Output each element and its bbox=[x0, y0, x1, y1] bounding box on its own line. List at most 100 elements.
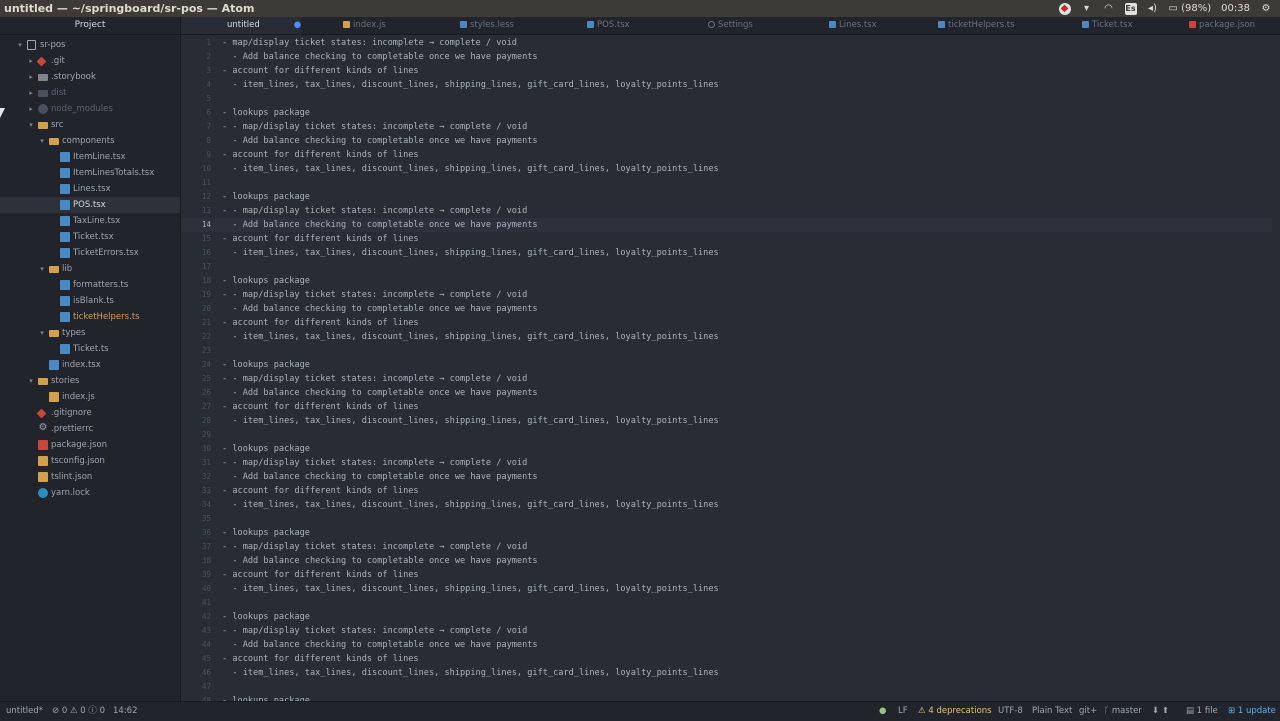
code-line[interactable]: - lookups package bbox=[222, 358, 310, 372]
modified-dot-icon[interactable]: ● bbox=[294, 20, 301, 30]
code-line[interactable]: - - map/display ticket states: incomplet… bbox=[222, 288, 527, 302]
line-number[interactable]: 34 bbox=[181, 498, 211, 512]
code-line[interactable]: - account for different kinds of lines bbox=[222, 568, 419, 582]
line-number[interactable]: 1 bbox=[181, 36, 211, 50]
line-number[interactable]: 8 bbox=[181, 134, 211, 148]
tree-item[interactable]: ▸node_modules bbox=[0, 101, 180, 117]
code-line[interactable]: - item_lines, tax_lines, discount_lines,… bbox=[222, 78, 719, 92]
line-number[interactable]: 24 bbox=[181, 358, 211, 372]
code-line[interactable]: - lookups package bbox=[222, 610, 310, 624]
tree-item[interactable]: ▾sr-pos bbox=[0, 37, 180, 53]
tree-item[interactable]: yarn.lock bbox=[0, 485, 180, 501]
tree-item[interactable]: ▸.git bbox=[0, 53, 180, 69]
line-number[interactable]: 7 bbox=[181, 120, 211, 134]
tree-item[interactable]: Ticket.tsx bbox=[0, 229, 180, 245]
tree-item[interactable]: package.json bbox=[0, 437, 180, 453]
code-line[interactable]: - account for different kinds of lines bbox=[222, 652, 419, 666]
tree-item[interactable]: formatters.ts bbox=[0, 277, 180, 293]
line-number[interactable]: 26 bbox=[181, 386, 211, 400]
line-number[interactable]: 32 bbox=[181, 470, 211, 484]
code-line[interactable]: - lookups package bbox=[222, 106, 310, 120]
line-number[interactable]: 25 bbox=[181, 372, 211, 386]
git-status[interactable]: git+ bbox=[1079, 702, 1097, 720]
line-number[interactable]: 18 bbox=[181, 274, 211, 288]
line-number[interactable]: 31 bbox=[181, 456, 211, 470]
tree-item[interactable]: ▾components bbox=[0, 133, 180, 149]
tree-item[interactable]: Lines.tsx bbox=[0, 181, 180, 197]
encoding[interactable]: UTF-8 bbox=[998, 702, 1023, 720]
line-number[interactable]: 14 bbox=[181, 218, 211, 232]
line-number[interactable]: 4 bbox=[181, 78, 211, 92]
chevron-down-icon[interactable]: ▾ bbox=[27, 373, 35, 389]
volume-icon[interactable]: ◂) bbox=[1147, 3, 1159, 15]
code-line[interactable]: - - map/display ticket states: incomplet… bbox=[222, 456, 527, 470]
tab[interactable]: package.json bbox=[1187, 17, 1280, 34]
line-number[interactable]: 44 bbox=[181, 638, 211, 652]
chevron-right-icon[interactable]: ▸ bbox=[27, 53, 35, 69]
line-number[interactable]: 40 bbox=[181, 582, 211, 596]
line-number[interactable]: 39 bbox=[181, 568, 211, 582]
tree-item[interactable]: ▸dist bbox=[0, 85, 180, 101]
line-number[interactable]: 45 bbox=[181, 652, 211, 666]
tree-item[interactable]: tslint.json bbox=[0, 469, 180, 485]
tree-item[interactable]: Ticket.ts bbox=[0, 341, 180, 357]
line-number[interactable]: 33 bbox=[181, 484, 211, 498]
chevron-down-icon[interactable]: ▾ bbox=[38, 261, 46, 277]
tree-item[interactable]: index.js bbox=[0, 389, 180, 405]
line-number[interactable]: 47 bbox=[181, 680, 211, 694]
line-number[interactable]: 36 bbox=[181, 526, 211, 540]
fetch-arrows[interactable]: ⬇ ⬆ bbox=[1152, 702, 1169, 720]
diagnostics-summary[interactable]: ⊘ 0 ⚠ 0 ⓘ 0 bbox=[52, 702, 105, 720]
chevron-down-icon[interactable]: ▾ bbox=[38, 133, 46, 149]
code-line[interactable]: - Add balance checking to completable on… bbox=[222, 218, 538, 232]
tree-item[interactable]: ▾types bbox=[0, 325, 180, 341]
line-number[interactable]: 29 bbox=[181, 428, 211, 442]
tree-item[interactable]: ItemLinesTotals.tsx bbox=[0, 165, 180, 181]
code-line[interactable]: - Add balance checking to completable on… bbox=[222, 134, 538, 148]
code-line[interactable]: - account for different kinds of lines bbox=[222, 400, 419, 414]
tree-item[interactable]: ▸.storybook bbox=[0, 69, 180, 85]
tree-item[interactable]: index.tsx bbox=[0, 357, 180, 373]
code-line[interactable]: - account for different kinds of lines bbox=[222, 148, 419, 162]
grammar[interactable]: Plain Text bbox=[1032, 702, 1072, 720]
code-line[interactable]: - Add balance checking to completable on… bbox=[222, 638, 538, 652]
chevron-right-icon[interactable]: ▸ bbox=[27, 101, 35, 117]
line-number[interactable]: 9 bbox=[181, 148, 211, 162]
tree-item[interactable]: ⚙.prettierrc bbox=[0, 421, 180, 437]
code-line[interactable]: - lookups package bbox=[222, 442, 310, 456]
status-file-name[interactable]: untitled* bbox=[6, 702, 43, 720]
code-line[interactable]: - lookups package bbox=[222, 190, 310, 204]
wifi-icon[interactable]: ◠ bbox=[1103, 3, 1115, 15]
code-line[interactable]: - - map/display ticket states: incomplet… bbox=[222, 204, 527, 218]
code-line[interactable]: - lookups package bbox=[222, 274, 310, 288]
line-number[interactable]: 17 bbox=[181, 260, 211, 274]
code-line[interactable]: - item_lines, tax_lines, discount_lines,… bbox=[222, 414, 719, 428]
ubuntu-one-icon[interactable]: ◆ bbox=[1059, 3, 1071, 15]
code-line[interactable]: - item_lines, tax_lines, discount_lines,… bbox=[222, 246, 719, 260]
code-line[interactable]: - item_lines, tax_lines, discount_lines,… bbox=[222, 162, 719, 176]
line-number[interactable]: 38 bbox=[181, 554, 211, 568]
code-line[interactable]: - Add balance checking to completable on… bbox=[222, 50, 538, 64]
tree-item[interactable]: ticketHelpers.ts bbox=[0, 309, 180, 325]
tree-item[interactable]: TaxLine.tsx bbox=[0, 213, 180, 229]
line-number[interactable]: 35 bbox=[181, 512, 211, 526]
line-ending[interactable]: LF bbox=[898, 702, 908, 720]
code-line[interactable]: - item_lines, tax_lines, discount_lines,… bbox=[222, 582, 719, 596]
line-number[interactable]: 15 bbox=[181, 232, 211, 246]
line-number[interactable]: 28 bbox=[181, 414, 211, 428]
chevron-down-icon[interactable]: ▾ bbox=[38, 325, 46, 341]
line-number[interactable]: 46 bbox=[181, 666, 211, 680]
line-number[interactable]: 42 bbox=[181, 610, 211, 624]
code-line[interactable]: - - map/display ticket states: incomplet… bbox=[222, 624, 527, 638]
line-number[interactable]: 10 bbox=[181, 162, 211, 176]
tab[interactable]: ticketHelpers.ts bbox=[936, 17, 1080, 34]
tab[interactable]: POS.tsx bbox=[585, 17, 706, 34]
editor-scrollbar[interactable] bbox=[1272, 35, 1280, 701]
dropbox-icon[interactable]: ▾ bbox=[1081, 3, 1093, 15]
line-number[interactable]: 37 bbox=[181, 540, 211, 554]
chevron-down-icon[interactable]: ▾ bbox=[16, 37, 24, 53]
tree-item[interactable]: ItemLine.tsx bbox=[0, 149, 180, 165]
line-number[interactable]: 2 bbox=[181, 50, 211, 64]
line-number[interactable]: 23 bbox=[181, 344, 211, 358]
clock[interactable]: 00:38 bbox=[1221, 3, 1250, 14]
